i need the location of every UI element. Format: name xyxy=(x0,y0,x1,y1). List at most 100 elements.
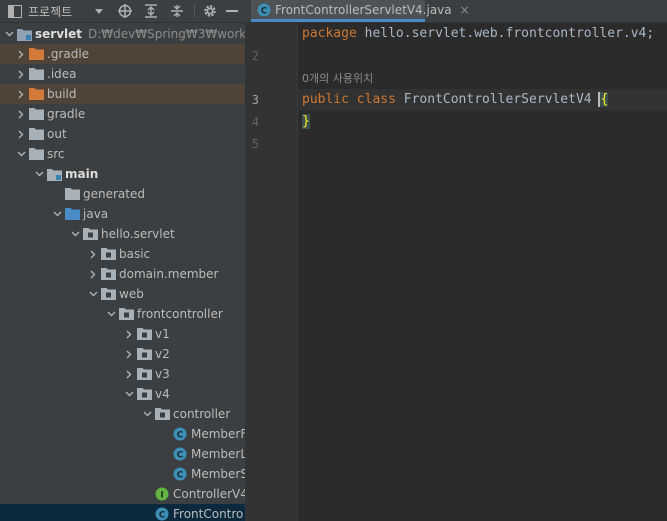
hide-panel-icon[interactable] xyxy=(221,0,243,22)
chevron-down-icon[interactable] xyxy=(86,287,100,301)
folder-icon xyxy=(28,146,44,162)
project-view-title[interactable]: 프로젝트 xyxy=(28,3,92,20)
tree-item-controller[interactable]: controller xyxy=(0,404,245,424)
package-name: hello.servlet.web.frontcontroller.v4; xyxy=(364,26,655,41)
line-number: 4 xyxy=(251,115,259,129)
tree-item-web[interactable]: web xyxy=(0,284,245,304)
tree-item-label: src xyxy=(47,147,65,161)
tree-item-generated[interactable]: generated xyxy=(0,184,245,204)
expand-all-icon[interactable] xyxy=(138,0,164,22)
locate-file-icon[interactable] xyxy=(112,0,138,22)
tree-item-gradle[interactable]: .gradle xyxy=(0,44,245,64)
editor-tab-bar: C FrontControllerServletV4.java × xyxy=(245,0,667,23)
chevron-down-icon[interactable] xyxy=(140,407,154,421)
code-line-3: public class FrontControllerServletV4 { xyxy=(302,92,609,107)
tree-item-members[interactable]: C MemberS xyxy=(0,464,245,484)
code-editor[interactable]: package hello.servlet.web.frontcontrolle… xyxy=(298,23,667,521)
class-icon: C xyxy=(257,3,271,17)
tab-frontcontrollerservletv4[interactable]: C FrontControllerServletV4.java × xyxy=(251,0,470,22)
tree-item-label: controller xyxy=(173,407,231,421)
tree-item-label: MemberL xyxy=(191,447,245,461)
package-icon xyxy=(82,226,98,242)
chevron-down-icon[interactable] xyxy=(104,307,118,321)
svg-text:I: I xyxy=(160,491,163,501)
chevron-down-icon[interactable] xyxy=(50,207,64,221)
tree-item-gradle[interactable]: gradle xyxy=(0,104,245,124)
svg-text:C: C xyxy=(159,511,166,521)
tree-item-v1[interactable]: v1 xyxy=(0,324,245,344)
tree-item-label: v3 xyxy=(155,367,170,381)
gear-icon[interactable] xyxy=(199,0,221,22)
chevron-right-icon[interactable] xyxy=(14,67,28,81)
class-icon: C xyxy=(172,426,188,442)
chevron-down-icon[interactable] xyxy=(2,27,16,41)
folder-icon xyxy=(28,126,44,142)
tree-item-java[interactable]: java xyxy=(0,204,245,224)
line-number: 3 xyxy=(251,93,259,107)
tree-item-frontcontroller[interactable]: frontcontroller xyxy=(0,304,245,324)
tree-item-v2[interactable]: v2 xyxy=(0,344,245,364)
tree-item-label: .gradle xyxy=(47,47,90,61)
chevron-down-icon[interactable] xyxy=(122,387,136,401)
tab-close-icon[interactable]: × xyxy=(460,3,470,17)
project-toolbar: 프로젝트 xyxy=(0,0,245,23)
project-view-icon[interactable] xyxy=(4,0,26,22)
tree-item-idea[interactable]: .idea xyxy=(0,64,245,84)
tree-item-src[interactable]: src xyxy=(0,144,245,164)
chevron-right-icon[interactable] xyxy=(122,367,136,381)
chevron-down-icon[interactable] xyxy=(68,227,82,241)
tree-item-out[interactable]: out xyxy=(0,124,245,144)
tree-item-memberf[interactable]: C MemberF xyxy=(0,424,245,444)
tree-item-frontcontro[interactable]: C FrontContro xyxy=(0,504,245,521)
folder-icon xyxy=(28,106,44,122)
usage-hint[interactable]: 0개의 사용위치 xyxy=(302,72,373,85)
tree-item-basic[interactable]: basic xyxy=(0,244,245,264)
svg-text:C: C xyxy=(261,6,268,16)
svg-text:C: C xyxy=(177,431,184,441)
source-folder-icon xyxy=(64,206,80,222)
chevron-right-icon[interactable] xyxy=(14,107,28,121)
chevron-right-icon[interactable] xyxy=(14,87,28,101)
tree-item-v4[interactable]: v4 xyxy=(0,384,245,404)
tree-item-v3[interactable]: v3 xyxy=(0,364,245,384)
root-path: D:₩dev₩Spring₩3₩workspace₩servlet xyxy=(88,27,245,41)
tree-item-build[interactable]: build xyxy=(0,84,245,104)
chevron-right-icon[interactable] xyxy=(122,327,136,341)
tree-root[interactable]: servlet D:₩dev₩Spring₩3₩workspace₩servle… xyxy=(0,24,245,44)
svg-text:C: C xyxy=(177,451,184,461)
tree-item-domain-member[interactable]: domain.member xyxy=(0,264,245,284)
chevron-down-icon[interactable] xyxy=(32,167,46,181)
package-icon xyxy=(136,346,152,362)
excluded-folder-icon xyxy=(28,86,44,102)
tree-item-memberl[interactable]: C MemberL xyxy=(0,444,245,464)
tree-item-main[interactable]: main xyxy=(0,164,245,184)
tree-item-hello-servlet[interactable]: hello.servlet xyxy=(0,224,245,244)
open-brace: { xyxy=(600,92,609,107)
package-icon xyxy=(100,286,116,302)
chevron-right-icon[interactable] xyxy=(86,247,100,261)
tree-item-label: ControllerV4 xyxy=(173,487,245,501)
tree-item-label: basic xyxy=(119,247,151,261)
tree-item-label: .idea xyxy=(47,67,77,81)
chevron-right-icon[interactable] xyxy=(14,47,28,61)
collapse-all-icon[interactable] xyxy=(164,0,190,22)
folder-icon xyxy=(64,186,80,202)
package-icon xyxy=(100,266,116,282)
module-folder-icon xyxy=(46,166,62,182)
view-dropdown-icon[interactable] xyxy=(92,0,106,22)
chevron-right-icon[interactable] xyxy=(86,267,100,281)
tree-item-controllerv4[interactable]: I ControllerV4 xyxy=(0,484,245,504)
close-brace: } xyxy=(302,114,310,129)
chevron-right-icon[interactable] xyxy=(122,347,136,361)
package-icon xyxy=(136,386,152,402)
chevron-down-icon[interactable] xyxy=(14,147,28,161)
project-panel: 프로젝트 servlet D:₩dev₩Spring₩3₩workspace₩s… xyxy=(0,0,245,521)
tree-item-label: gradle xyxy=(47,107,86,121)
tree-item-label: frontcontroller xyxy=(137,307,223,321)
chevron-right-icon[interactable] xyxy=(14,127,28,141)
toolbar-divider xyxy=(194,4,195,18)
